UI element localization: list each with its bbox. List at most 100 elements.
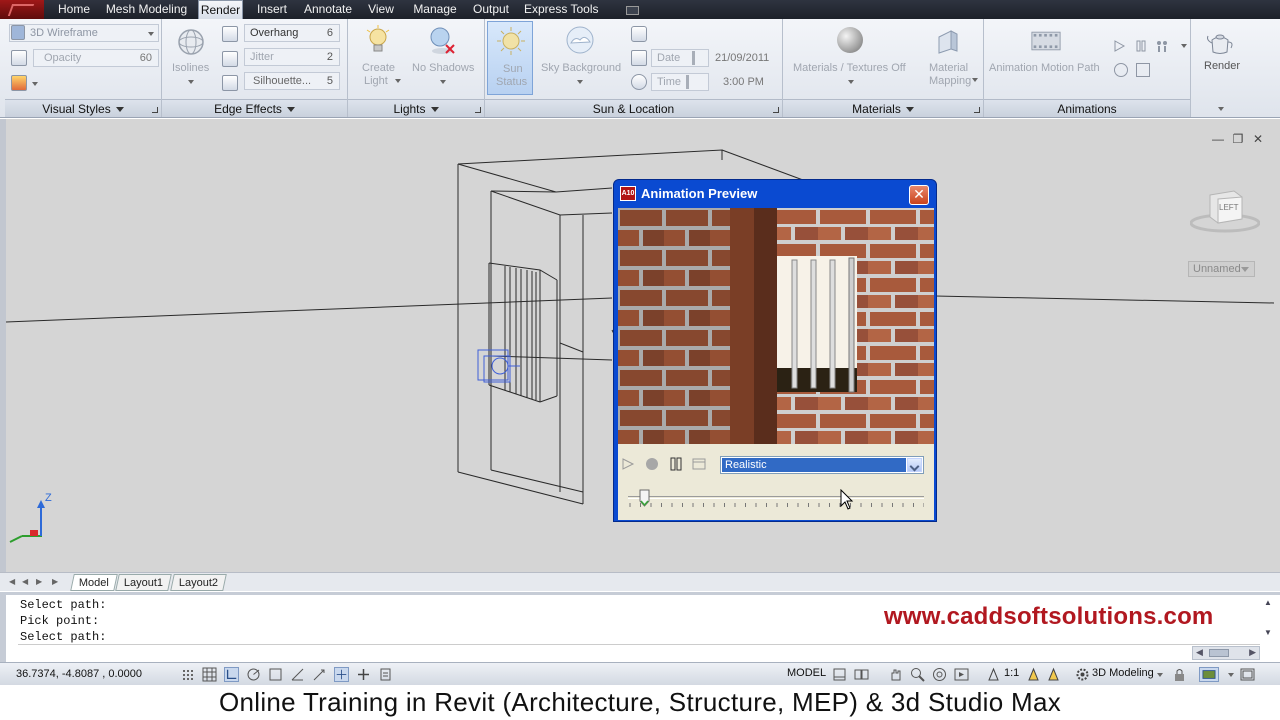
save-icon[interactable] — [692, 457, 706, 471]
silhouette-slider[interactable]: Silhouette... 5 — [244, 72, 340, 90]
scroll-down-icon[interactable]: ▼ — [1262, 628, 1274, 640]
quick-view-layouts-icon[interactable] — [832, 667, 847, 682]
clean-screen-icon[interactable] — [1240, 667, 1255, 682]
record-icon[interactable] — [645, 457, 659, 471]
materials-panel-title[interactable]: Materials — [783, 99, 983, 117]
dynamic-ucs-icon[interactable] — [312, 667, 327, 682]
first-tab-icon[interactable]: ◀ — [9, 577, 18, 587]
chevron-down-icon[interactable] — [440, 80, 446, 84]
time-slider[interactable]: Time — [651, 73, 709, 91]
dynamic-input-icon[interactable] — [334, 667, 349, 682]
timeline-slider[interactable] — [628, 496, 924, 507]
date-slider-thumb[interactable] — [692, 51, 695, 65]
visual-styles-panel-title[interactable]: Visual Styles — [5, 99, 161, 117]
snap-mode-icon[interactable] — [180, 667, 195, 682]
minimize-icon[interactable]: — — [1212, 133, 1224, 145]
geographic-location-icon[interactable] — [631, 26, 647, 42]
restore-icon[interactable]: ❐ — [1232, 133, 1244, 145]
play-icon[interactable] — [1112, 39, 1126, 53]
lights-panel-title[interactable]: Lights — [348, 99, 484, 117]
sun-status-button[interactable]: Sun Status — [487, 21, 533, 95]
chevron-down-icon[interactable] — [907, 458, 922, 472]
ortho-mode-icon[interactable] — [224, 667, 239, 682]
create-light-label-1[interactable]: Create — [362, 62, 395, 74]
create-light-label-2[interactable]: Light — [364, 75, 388, 87]
animation-motion-path-button[interactable]: Animation Motion Path — [989, 62, 1100, 74]
lineweight-icon[interactable] — [356, 667, 371, 682]
chevron-down-icon[interactable] — [577, 80, 583, 84]
chevron-down-icon[interactable] — [1218, 107, 1224, 111]
chevron-down-icon[interactable] — [972, 78, 978, 82]
tab-annotate[interactable]: Annotate — [301, 0, 355, 19]
annotation-visibility-icon[interactable] — [1026, 667, 1041, 682]
model-space-toggle[interactable]: MODEL — [787, 667, 826, 679]
dialog-title-bar[interactable]: A10 Animation Preview ✕ — [617, 182, 933, 206]
tab-render[interactable]: Render — [198, 0, 243, 19]
otrack-icon[interactable] — [290, 667, 305, 682]
record-icon[interactable] — [1114, 63, 1128, 77]
date-slider[interactable]: Date — [651, 49, 709, 67]
object-snap-icon[interactable] — [268, 667, 283, 682]
tab-layout1[interactable]: Layout1 — [115, 574, 172, 591]
chevron-down-icon[interactable] — [1181, 44, 1187, 48]
chevron-down-icon[interactable] — [395, 79, 401, 83]
horizontal-scrollbar[interactable]: ◀ ▶ — [1192, 646, 1260, 660]
close-button[interactable]: ✕ — [909, 185, 929, 205]
chevron-down-icon[interactable] — [1228, 673, 1234, 677]
tab-home[interactable]: Home — [55, 0, 93, 19]
tab-express-tools[interactable]: Express Tools — [524, 0, 598, 19]
pause-icon[interactable] — [669, 457, 683, 471]
panel-launcher-icon[interactable] — [974, 107, 980, 113]
sun-location-panel-title[interactable]: Sun & Location — [485, 99, 782, 117]
previous-tab-icon[interactable]: ◀ — [22, 577, 31, 587]
ribbon-minimize-button[interactable] — [626, 6, 639, 15]
material-mapping-label-1[interactable]: Material — [929, 62, 968, 74]
quick-view-drawings-icon[interactable] — [854, 667, 869, 682]
timeline-slider-thumb[interactable] — [639, 489, 650, 507]
pan-icon[interactable] — [888, 667, 903, 682]
tab-mesh-modeling[interactable]: Mesh Modeling — [104, 0, 189, 19]
face-style-icon[interactable] — [11, 75, 27, 91]
visual-style-dropdown[interactable]: 3D Wireframe — [9, 24, 159, 42]
overhang-slider[interactable]: Overhang 6 — [244, 24, 340, 42]
last-tab-icon[interactable]: ▶ — [52, 577, 61, 587]
annotation-scale-value[interactable]: 1:1 — [1004, 667, 1019, 679]
render-button[interactable]: Render — [1204, 60, 1240, 72]
auto-scale-icon[interactable] — [1046, 667, 1061, 682]
pause-icon[interactable] — [1134, 39, 1148, 53]
visual-style-select[interactable]: Realistic — [720, 456, 924, 474]
walk-fly-icon[interactable] — [1154, 39, 1172, 53]
named-view-dropdown[interactable]: Unnamed — [1188, 261, 1255, 277]
tab-model[interactable]: Model — [70, 574, 118, 591]
annotation-scale-icon[interactable] — [986, 667, 1001, 682]
showmotion-icon[interactable] — [954, 667, 969, 682]
panel-launcher-icon[interactable] — [475, 107, 481, 113]
opacity-slider[interactable]: Opacity 60 — [33, 49, 159, 67]
coordinate-readout[interactable]: 36.7374, -4.8087 , 0.0000 — [16, 668, 142, 680]
material-mapping-label-2[interactable]: Mapping — [929, 75, 971, 87]
close-icon[interactable]: ✕ — [1252, 133, 1264, 145]
save-animation-icon[interactable] — [1136, 63, 1150, 77]
polar-tracking-icon[interactable] — [246, 667, 261, 682]
scroll-right-icon[interactable]: ▶ — [1249, 647, 1256, 658]
tab-insert[interactable]: Insert — [252, 0, 292, 19]
steeringwheels-icon[interactable] — [932, 667, 947, 682]
scroll-left-icon[interactable]: ◀ — [1196, 647, 1203, 658]
command-input[interactable] — [18, 644, 1260, 660]
next-tab-icon[interactable]: ▶ — [36, 577, 45, 587]
chevron-down-icon[interactable] — [188, 80, 194, 84]
gear-icon[interactable] — [1075, 667, 1090, 682]
tab-layout2[interactable]: Layout2 — [170, 574, 227, 591]
no-shadows-button[interactable]: No Shadows — [412, 62, 474, 74]
materials-textures-button[interactable]: Materials / Textures Off — [793, 62, 906, 74]
application-menu-button[interactable] — [0, 0, 44, 19]
lock-icon[interactable] — [1172, 667, 1187, 682]
panel-launcher-icon[interactable] — [152, 107, 158, 113]
chevron-down-icon[interactable] — [32, 82, 38, 86]
jitter-slider[interactable]: Jitter 2 — [244, 48, 340, 66]
edge-effects-panel-title[interactable]: Edge Effects — [162, 99, 347, 117]
zoom-icon[interactable] — [910, 667, 925, 682]
play-icon[interactable] — [621, 457, 635, 471]
tab-manage[interactable]: Manage — [410, 0, 460, 19]
isolines-button[interactable]: Isolines — [172, 62, 209, 74]
